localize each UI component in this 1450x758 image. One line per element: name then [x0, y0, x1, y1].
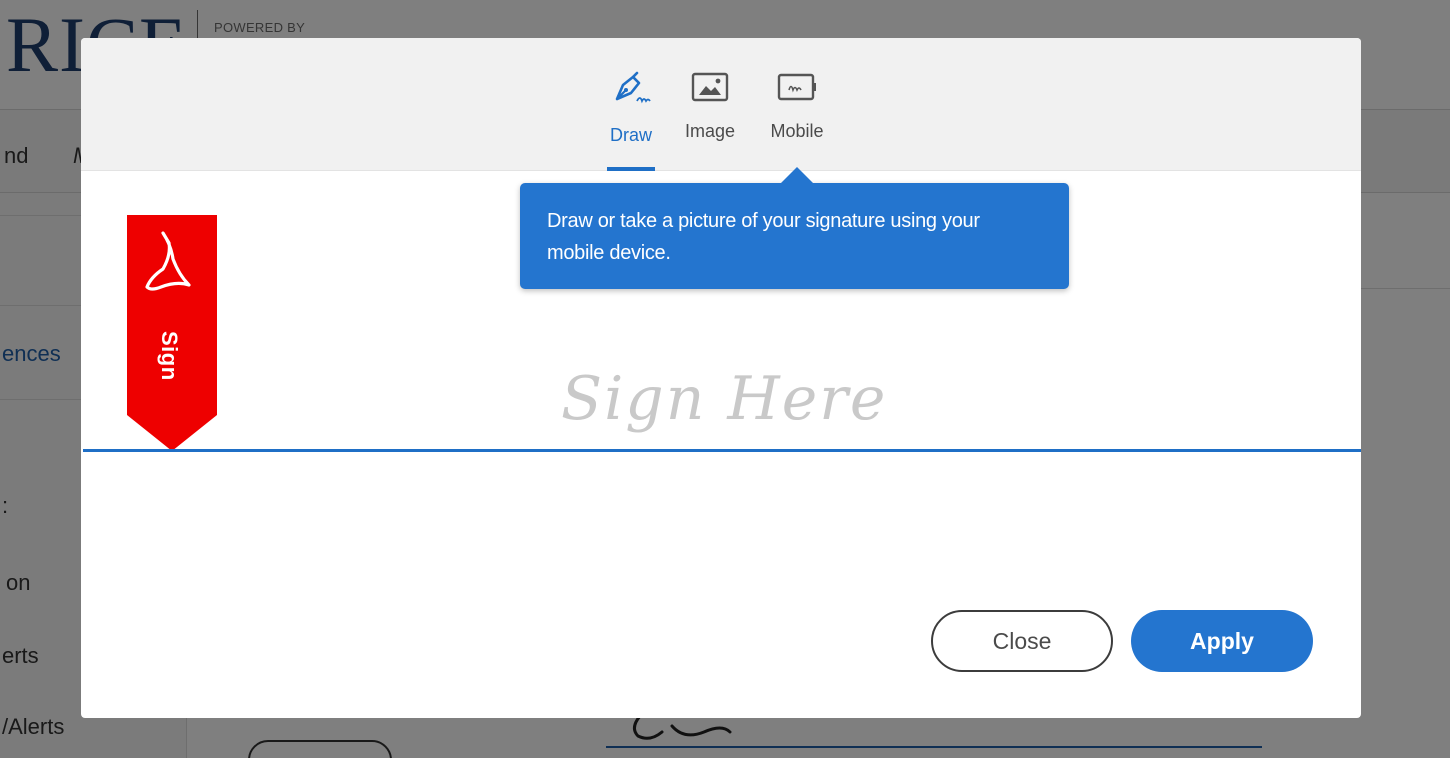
mobile-device-icon [777, 73, 816, 101]
tooltip-text: Draw or take a picture of your signature… [547, 210, 980, 264]
tab-mobile-label: Mobile [770, 121, 824, 141]
signature-modal: Draw Image Mobile Sign Sign Here Draw or… [81, 38, 1361, 718]
image-icon [691, 72, 729, 102]
signature-method-tabs: Draw Image Mobile [81, 38, 1361, 171]
tab-mobile[interactable]: Mobile [764, 71, 830, 171]
tab-image[interactable]: Image [680, 71, 740, 171]
tab-draw[interactable]: Draw [607, 71, 655, 171]
tooltip-arrow [781, 167, 813, 183]
active-tab-indicator [607, 167, 655, 171]
sign-flag-label: Sign [157, 331, 182, 381]
close-button[interactable]: Close [931, 610, 1113, 672]
signature-baseline [83, 449, 1361, 452]
pen-signature-icon [615, 71, 651, 104]
sign-here-placeholder: Sign Here [561, 364, 888, 434]
mobile-tooltip: Draw or take a picture of your signature… [520, 167, 1069, 289]
apply-button[interactable]: Apply [1131, 610, 1313, 672]
tab-image-label: Image [684, 121, 736, 141]
tab-draw-label: Draw [609, 125, 652, 145]
